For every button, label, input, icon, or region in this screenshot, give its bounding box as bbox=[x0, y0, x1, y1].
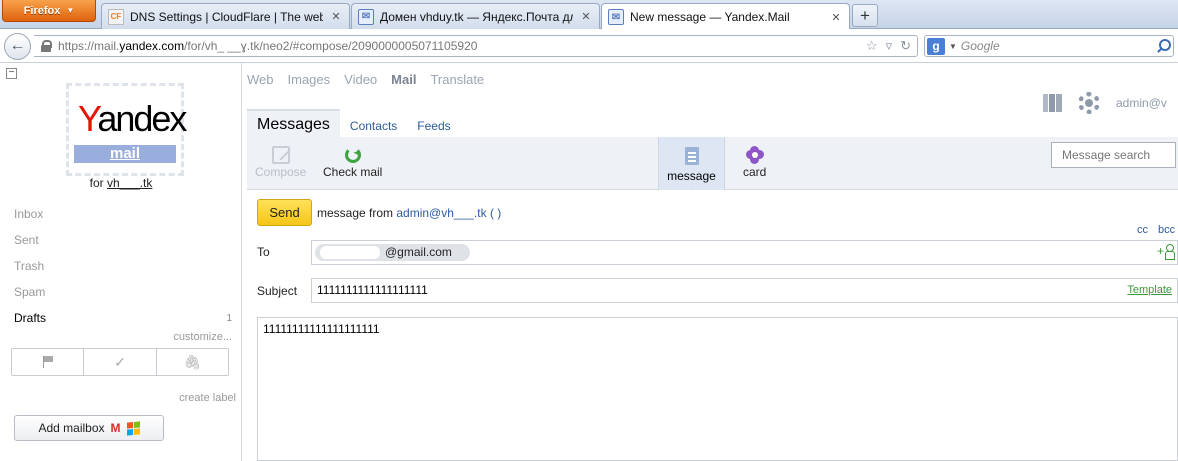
yandex-logo-text: Yandex bbox=[78, 98, 187, 139]
from-line: message from admin@vh___.tk ( ) bbox=[317, 206, 502, 220]
document-icon bbox=[684, 147, 699, 165]
url-text: https://mail.yandex.com/for/vh_ __ɣ.tk/n… bbox=[58, 39, 478, 53]
mail-sidebar: − Yandex mail for vh___.tk Inbox Sent Tr… bbox=[0, 63, 242, 461]
active-pointer bbox=[687, 185, 699, 197]
user-name[interactable]: admin@v bbox=[1116, 96, 1167, 110]
folder-spam[interactable]: Spam bbox=[14, 285, 45, 299]
cc-bcc-links: cc bcc bbox=[1137, 224, 1175, 236]
message-search-input[interactable]: Message search bbox=[1051, 142, 1176, 168]
domain-line: for vh___.tk bbox=[89, 176, 153, 190]
browser-tab-cloudflare[interactable]: CF DNS Settings | CloudFlare | The web p… bbox=[101, 3, 350, 29]
compose-mode-message[interactable]: message bbox=[658, 137, 725, 191]
folder-drafts[interactable]: Drafts bbox=[14, 311, 46, 325]
url-bar[interactable]: https://mail.yandex.com/for/vh_ __ɣ.tk/n… bbox=[34, 35, 918, 57]
chevron-down-icon: ▼ bbox=[66, 6, 75, 15]
add-contact-button[interactable]: + bbox=[1157, 244, 1175, 260]
bookmark-star-icon[interactable]: ☆ bbox=[866, 38, 878, 54]
service-images[interactable]: Images bbox=[288, 72, 331, 87]
label-filter-buttons: ✓ 🖇 bbox=[11, 348, 229, 376]
tab-feeds[interactable]: Feeds bbox=[407, 109, 460, 137]
add-mailbox-label: Add mailbox bbox=[38, 421, 105, 435]
firefox-menu-label: Firefox bbox=[23, 4, 61, 17]
compose-icon bbox=[271, 146, 290, 164]
to-label: To bbox=[257, 245, 270, 259]
domain-link[interactable]: vh___.tk bbox=[107, 176, 152, 190]
tab-title: DNS Settings | CloudFlare | The web p... bbox=[130, 9, 323, 24]
drafts-count: 1 bbox=[226, 313, 232, 324]
windows-icon bbox=[126, 420, 140, 436]
browser-tab-new-message[interactable]: ✉ New message — Yandex.Mail ✕ bbox=[601, 3, 850, 30]
folder-sent[interactable]: Sent bbox=[14, 233, 39, 247]
browser-search-bar[interactable]: g ▼ Google bbox=[924, 35, 1174, 57]
close-icon[interactable]: ✕ bbox=[829, 11, 843, 24]
services-nav: Web Images Video Mail Translate bbox=[247, 72, 484, 87]
new-tab-button[interactable]: + bbox=[852, 4, 878, 27]
lock-icon bbox=[40, 40, 52, 52]
dropdown-arrow-icon[interactable]: ▿ bbox=[886, 38, 893, 54]
google-icon[interactable]: g bbox=[927, 37, 945, 55]
mail-favicon-icon: ✉ bbox=[358, 8, 374, 25]
compose-mode-card[interactable]: card bbox=[743, 145, 766, 179]
add-mailbox-button[interactable]: Add mailbox M bbox=[14, 415, 164, 441]
recipient-chip[interactable]: @gmail.com bbox=[315, 244, 470, 261]
tab-title: New message — Yandex.Mail bbox=[630, 10, 790, 24]
chevron-down-icon[interactable]: ▼ bbox=[949, 42, 957, 51]
subject-field[interactable]: 1111111111111111111 Template bbox=[311, 278, 1178, 303]
to-field[interactable]: @gmail.com + bbox=[311, 240, 1178, 265]
bcc-link[interactable]: bcc bbox=[1158, 224, 1175, 236]
flower-icon bbox=[745, 146, 764, 164]
template-link[interactable]: Template bbox=[1127, 279, 1172, 302]
back-arrow-icon: ← bbox=[9, 37, 26, 54]
cc-link[interactable]: cc bbox=[1137, 224, 1148, 236]
service-video[interactable]: Video bbox=[344, 72, 377, 87]
tab-messages[interactable]: Messages bbox=[247, 109, 340, 137]
browser-tab-yandex-domain[interactable]: ✉ Домен vhduy.tk — Яндекс.Почта дл... ✕ bbox=[351, 3, 600, 29]
read-filter-button[interactable]: ✓ bbox=[84, 349, 157, 375]
mail-favicon-icon: ✉ bbox=[608, 9, 624, 25]
search-placeholder[interactable]: Google bbox=[961, 39, 1151, 53]
header-icons: admin@v bbox=[1043, 92, 1167, 114]
subject-value: 1111111111111111111 bbox=[317, 283, 428, 297]
themes-icon[interactable] bbox=[1043, 94, 1062, 112]
mail-toolbar: Compose Check mail message card Message … bbox=[247, 137, 1178, 191]
gmail-icon: M bbox=[110, 421, 121, 435]
mail-tabs: Messages Contacts Feeds bbox=[247, 109, 461, 137]
logo-mail-label[interactable]: mail bbox=[74, 145, 176, 163]
attachment-filter-button[interactable]: 🖇 bbox=[157, 349, 228, 375]
collapse-icon[interactable]: − bbox=[6, 68, 17, 79]
tab-title: Домен vhduy.tk — Яндекс.Почта дл... bbox=[380, 9, 573, 24]
browser-tab-bar: Firefox ▼ CF DNS Settings | CloudFlare |… bbox=[0, 0, 1178, 30]
service-web[interactable]: Web bbox=[247, 72, 274, 87]
checkmark-icon: ✓ bbox=[114, 353, 126, 370]
back-button[interactable]: ← bbox=[4, 33, 31, 60]
send-button[interactable]: Send bbox=[257, 199, 312, 226]
message-body-field[interactable]: 11111111111111111111 bbox=[257, 317, 1178, 461]
flag-filter-button[interactable] bbox=[12, 349, 85, 375]
cloudflare-favicon-icon: CF bbox=[108, 8, 124, 25]
folder-trash[interactable]: Trash bbox=[14, 259, 44, 273]
gear-icon[interactable] bbox=[1078, 92, 1100, 114]
flag-icon bbox=[42, 356, 53, 368]
yandex-mail-logo[interactable]: Yandex mail bbox=[66, 83, 187, 176]
search-icon[interactable] bbox=[1155, 38, 1171, 54]
check-mail-button[interactable]: Check mail bbox=[323, 145, 382, 179]
from-address-link[interactable]: admin@vh___.tk ( ) bbox=[396, 206, 501, 220]
reload-icon[interactable]: ↻ bbox=[900, 38, 911, 54]
browser-nav-bar: ← https://mail.yandex.com/for/vh_ __ɣ.tk… bbox=[0, 29, 1178, 63]
create-label-link[interactable]: create label bbox=[179, 392, 236, 404]
subject-label: Subject bbox=[257, 284, 298, 298]
person-icon bbox=[1165, 244, 1175, 260]
firefox-menu-button[interactable]: Firefox ▼ bbox=[2, 0, 96, 22]
paperclip-icon: 🖇 bbox=[183, 353, 202, 370]
close-icon[interactable]: ✕ bbox=[579, 10, 593, 23]
folder-inbox[interactable]: Inbox bbox=[14, 207, 43, 221]
service-mail: Mail bbox=[391, 72, 417, 87]
tab-contacts[interactable]: Contacts bbox=[340, 109, 407, 137]
customize-link[interactable]: customize... bbox=[173, 331, 232, 343]
close-icon[interactable]: ✕ bbox=[329, 10, 343, 23]
service-translate[interactable]: Translate bbox=[430, 72, 484, 87]
compose-button[interactable]: Compose bbox=[255, 145, 306, 179]
refresh-icon bbox=[344, 147, 361, 163]
